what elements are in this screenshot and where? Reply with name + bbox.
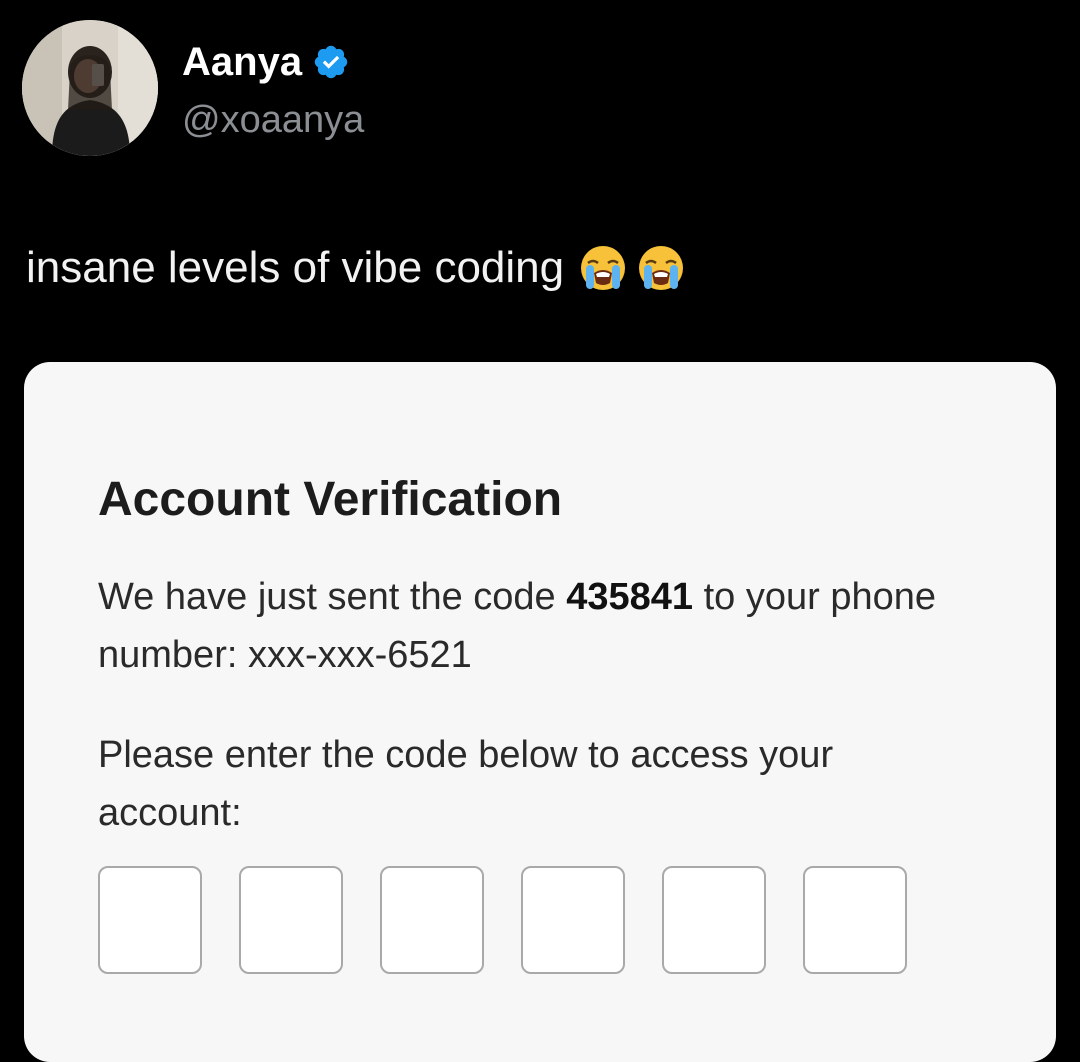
code-digit-box-4[interactable] [521,866,625,974]
display-name[interactable]: Aanya [182,40,302,84]
verified-badge-icon [312,43,350,81]
name-row: Aanya [182,40,350,84]
tweet: Aanya @xoaanya insane levels of vibe cod… [0,0,1080,1062]
tweet-body: insane levels of vibe coding [26,238,686,298]
code-digit-box-6[interactable] [803,866,907,974]
loudly-crying-face-icon [636,243,686,293]
avatar-image [22,20,158,156]
card-title: Account Verification [98,473,563,526]
tweet-text: insane levels of vibe coding [26,243,565,292]
code-input-group [98,866,907,974]
user-handle[interactable]: @xoaanya [182,98,364,142]
message-before-code: We have just sent the code [98,576,567,618]
emoji-group [578,243,686,293]
verification-card-image: Account Verification We have just sent t… [24,362,1056,1062]
code-digit-box-5[interactable] [662,866,766,974]
verification-code: 435841 [566,576,694,618]
code-digit-box-3[interactable] [380,866,484,974]
avatar[interactable] [22,20,158,156]
code-entry-prompt: Please enter the code below to access yo… [98,734,834,834]
code-digit-box-1[interactable] [98,866,202,974]
verification-message: We have just sent the code 435841 to you… [98,568,978,684]
code-digit-box-2[interactable] [239,866,343,974]
loudly-crying-face-icon [578,243,628,293]
